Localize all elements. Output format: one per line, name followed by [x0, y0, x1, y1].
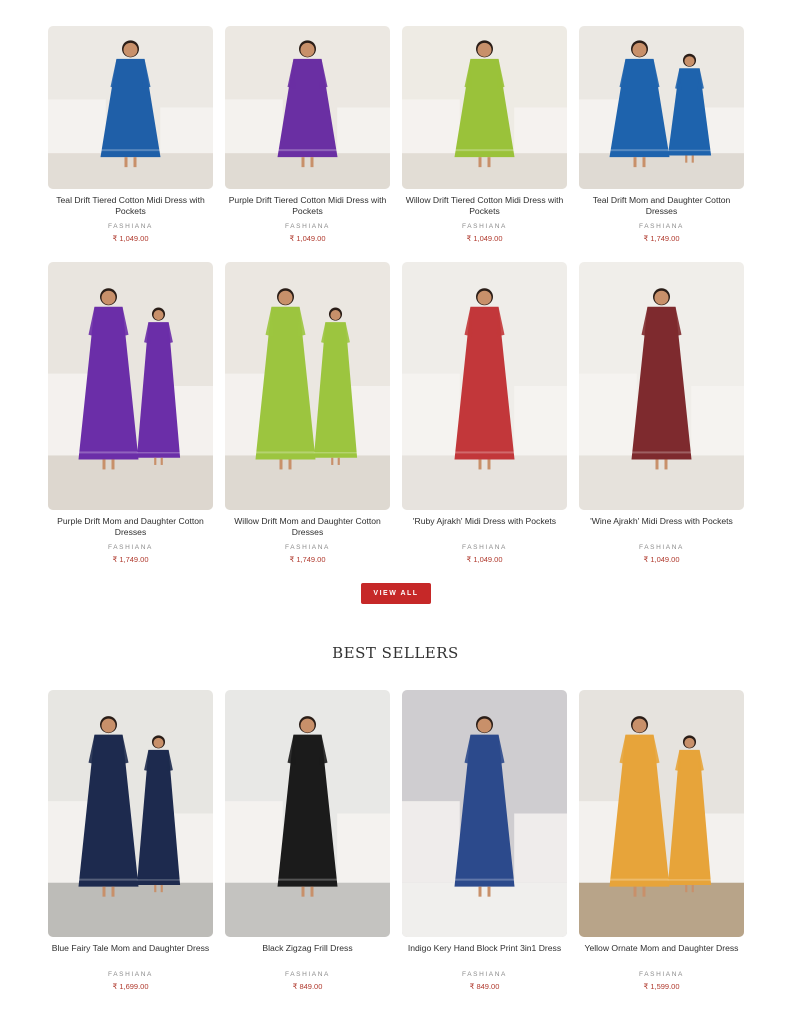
product-image[interactable] — [402, 26, 567, 189]
product-image[interactable] — [225, 26, 390, 189]
product-vendor: FASHIANA — [462, 971, 507, 978]
product-title[interactable]: 'Wine Ajrakh' Midi Dress with Pockets — [587, 516, 736, 538]
product-image[interactable] — [48, 26, 213, 189]
product-vendor: FASHIANA — [639, 223, 684, 230]
product-price: ₹ 1,049.00 — [289, 234, 326, 243]
product-image[interactable] — [48, 262, 213, 510]
best-sellers-heading: BEST SELLERS — [332, 644, 459, 662]
product-price: ₹ 849.00 — [469, 982, 500, 991]
product-price: ₹ 1,599.00 — [643, 982, 680, 991]
product-card[interactable]: Purple Drift Tiered Cotton Midi Dress wi… — [225, 26, 390, 243]
product-grid-row-2: Purple Drift Mom and Daughter Cotton Dre… — [48, 262, 744, 564]
product-image[interactable] — [225, 262, 390, 510]
product-card[interactable]: Blue Fairy Tale Mom and Daughter Dress FA… — [48, 690, 213, 991]
product-price: ₹ 1,749.00 — [643, 234, 680, 243]
product-title[interactable]: Blue Fairy Tale Mom and Daughter Dress — [49, 943, 212, 965]
product-image[interactable] — [402, 262, 567, 510]
view-all-button[interactable]: VIEW ALL — [361, 583, 431, 604]
product-card[interactable]: 'Wine Ajrakh' Midi Dress with Pockets FAS… — [579, 262, 744, 564]
product-title[interactable]: Teal Drift Tiered Cotton Midi Dress with… — [48, 195, 213, 217]
product-card[interactable]: Teal Drift Mom and Daughter Cotton Dress… — [579, 26, 744, 243]
product-vendor: FASHIANA — [462, 223, 507, 230]
product-vendor: FASHIANA — [285, 544, 330, 551]
product-vendor: FASHIANA — [108, 971, 153, 978]
product-vendor: FASHIANA — [108, 223, 153, 230]
product-vendor: FASHIANA — [639, 971, 684, 978]
product-image[interactable] — [579, 26, 744, 189]
product-price: ₹ 1,049.00 — [643, 555, 680, 564]
product-price: ₹ 1,749.00 — [289, 555, 326, 564]
product-image[interactable] — [579, 262, 744, 510]
product-card[interactable]: Indigo Kery Hand Block Print 3in1 Dress F… — [402, 690, 567, 991]
product-grid-best-sellers: Blue Fairy Tale Mom and Daughter Dress FA… — [48, 690, 744, 991]
product-price: ₹ 1,749.00 — [112, 555, 149, 564]
product-vendor: FASHIANA — [108, 544, 153, 551]
product-vendor: FASHIANA — [285, 971, 330, 978]
product-title[interactable]: Willow Drift Mom and Daughter Cotton Dre… — [225, 516, 390, 538]
product-vendor: FASHIANA — [639, 544, 684, 551]
product-image[interactable] — [225, 690, 390, 937]
product-title[interactable]: Purple Drift Mom and Daughter Cotton Dre… — [48, 516, 213, 538]
product-title[interactable]: Teal Drift Mom and Daughter Cotton Dress… — [579, 195, 744, 217]
product-title[interactable]: Black Zigzag Frill Dress — [259, 943, 355, 965]
product-image[interactable] — [48, 690, 213, 937]
product-title[interactable]: 'Ruby Ajrakh' Midi Dress with Pockets — [410, 516, 559, 538]
product-vendor: FASHIANA — [462, 544, 507, 551]
product-price: ₹ 1,049.00 — [466, 555, 503, 564]
product-card[interactable]: Willow Drift Mom and Daughter Cotton Dre… — [225, 262, 390, 564]
product-card[interactable]: Purple Drift Mom and Daughter Cotton Dre… — [48, 262, 213, 564]
product-card[interactable]: Yellow Ornate Mom and Daughter Dress FASH… — [579, 690, 744, 991]
product-vendor: FASHIANA — [285, 223, 330, 230]
product-image[interactable] — [579, 690, 744, 937]
product-price: ₹ 1,049.00 — [466, 234, 503, 243]
product-title[interactable]: Indigo Kery Hand Block Print 3in1 Dress — [405, 943, 564, 965]
product-image[interactable] — [402, 690, 567, 937]
product-title[interactable]: Purple Drift Tiered Cotton Midi Dress wi… — [225, 195, 390, 217]
product-card[interactable]: 'Ruby Ajrakh' Midi Dress with Pockets FAS… — [402, 262, 567, 564]
product-card[interactable]: Teal Drift Tiered Cotton Midi Dress with… — [48, 26, 213, 243]
product-card[interactable]: Black Zigzag Frill Dress FASHIANA ₹ 849.00 — [225, 690, 390, 991]
product-price: ₹ 1,699.00 — [112, 982, 149, 991]
product-title[interactable]: Willow Drift Tiered Cotton Midi Dress wi… — [402, 195, 567, 217]
product-grid-row-1: Teal Drift Tiered Cotton Midi Dress with… — [48, 26, 744, 243]
product-title[interactable]: Yellow Ornate Mom and Daughter Dress — [582, 943, 742, 965]
product-price: ₹ 1,049.00 — [112, 234, 149, 243]
product-price: ₹ 849.00 — [292, 982, 323, 991]
product-card[interactable]: Willow Drift Tiered Cotton Midi Dress wi… — [402, 26, 567, 243]
